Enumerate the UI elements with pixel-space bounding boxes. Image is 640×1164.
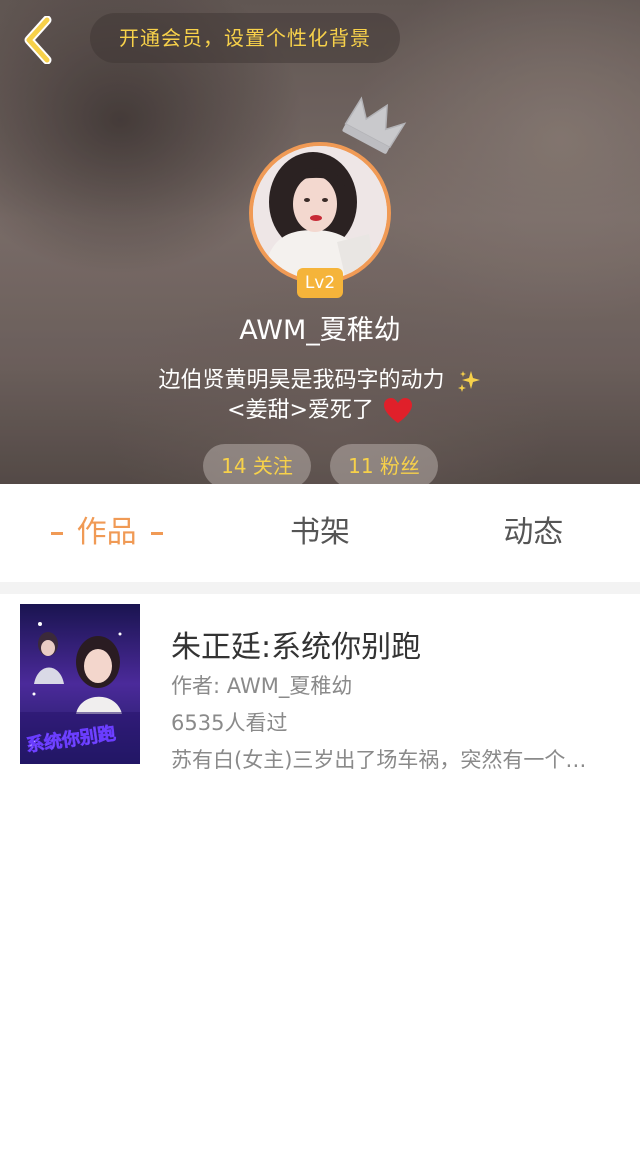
tab-bookshelf[interactable]: 书架 — [213, 484, 426, 582]
profile-page: 开通会员，设置个性化背景 Lv2 AWM_夏稚幼 边伯贤黄明昊是我码字的动力 <… — [0, 0, 640, 1164]
level-badge: Lv2 — [297, 268, 343, 298]
tab-bookshelf-label: 书架 — [289, 515, 350, 550]
tab-active-dash-right — [150, 532, 163, 535]
book-author: 作者: AWM_夏稚幼 — [171, 674, 353, 698]
avatar-photo — [253, 146, 387, 280]
avatar-wrap: Lv2 — [249, 142, 391, 298]
following-count-button[interactable]: 14 关注 — [203, 444, 311, 484]
bio: 边伯贤黄明昊是我码字的动力 <姜甜>爱死了 — [0, 366, 640, 426]
tab-activity-label: 动态 — [503, 515, 564, 550]
book-summary: 苏有白(女主)三岁出了场车祸，突然有一个系统 — [171, 748, 601, 772]
vip-background-banner[interactable]: 开通会员，设置个性化背景 — [90, 13, 400, 63]
profile-header: 开通会员，设置个性化背景 Lv2 AWM_夏稚幼 边伯贤黄明昊是我码字的动力 <… — [0, 0, 640, 484]
tab-works-label: 作品 — [76, 515, 137, 550]
book-cover-art: 系统你别跑 — [20, 604, 140, 764]
back-button[interactable] — [16, 14, 60, 66]
back-arrow-icon — [24, 16, 52, 64]
tab-works[interactable]: 作品 — [0, 484, 213, 582]
book-title: 朱正廷:系统你别跑 — [171, 630, 422, 665]
book-views: 6535人看过 — [171, 711, 288, 735]
sparkle-icon — [457, 371, 480, 392]
section-divider — [0, 582, 640, 594]
book-cover: 系统你别跑 — [20, 604, 140, 764]
profile-tabs: 作品 书架 动态 — [0, 484, 640, 582]
username: AWM_夏稚幼 — [239, 315, 401, 346]
crown-icon — [342, 96, 407, 154]
bio-line-1: 边伯贤黄明昊是我码字的动力 — [158, 368, 445, 393]
avatar[interactable] — [249, 142, 391, 284]
book-card[interactable]: 系统你别跑 朱正廷:系统你别跑 作者: AWM_夏稚幼 6535人看过 苏有白(… — [10, 594, 630, 780]
heart-icon — [383, 398, 412, 423]
tab-active-dash-left — [50, 532, 63, 535]
bio-line-2: <姜甜>爱死了 — [227, 398, 374, 423]
fans-count-button[interactable]: 11 粉丝 — [330, 444, 438, 484]
tab-activity[interactable]: 动态 — [427, 484, 640, 582]
